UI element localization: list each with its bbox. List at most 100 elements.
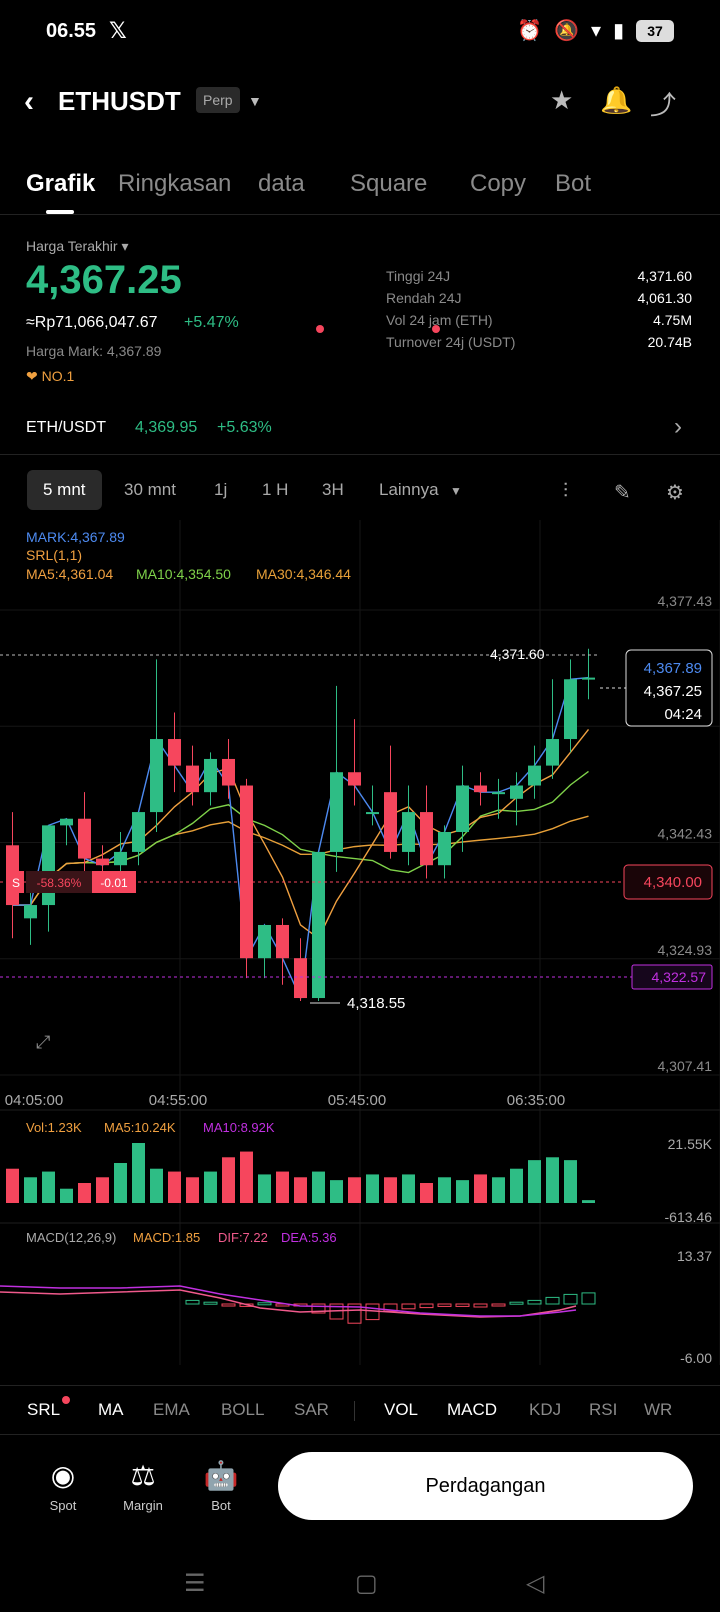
spot-pair: ETH/USDT bbox=[26, 419, 106, 436]
stat-label: Rendah 24J bbox=[386, 290, 462, 306]
candle bbox=[492, 792, 505, 795]
srl-pct: -58.36% bbox=[37, 876, 82, 890]
home-icon[interactable]: ▢ bbox=[355, 1569, 378, 1598]
srl-val: -0.01 bbox=[100, 876, 128, 890]
recents-icon[interactable]: ☰ bbox=[184, 1569, 206, 1598]
indicator-macd[interactable]: MACD bbox=[447, 1400, 497, 1420]
expand-icon[interactable]: ⤢ bbox=[36, 1032, 51, 1053]
draw-pen-icon[interactable]: ✎ bbox=[614, 480, 631, 505]
alert-bell-icon[interactable]: 🔔 bbox=[600, 85, 632, 116]
macd-bar bbox=[527, 1299, 542, 1305]
nav-spot[interactable]: ◉ Spot bbox=[28, 1459, 98, 1513]
indicator-bar: SRL MA EMA BOLL SAR VOL MACD KDJ RSI WR bbox=[0, 1385, 720, 1435]
system-nav-bar: ☰ ▢ ◁ bbox=[0, 1555, 720, 1612]
macd-bar bbox=[455, 1303, 470, 1307]
volume-bar bbox=[114, 1163, 127, 1203]
tab-copy[interactable]: Copy bbox=[470, 170, 526, 198]
volume-bar bbox=[294, 1177, 307, 1203]
last-price-label-text: Harga Terakhir bbox=[26, 238, 118, 254]
volume-bar bbox=[186, 1177, 199, 1203]
tab-grafik[interactable]: Grafik bbox=[26, 170, 95, 198]
srl-price: 4,340.00 bbox=[644, 874, 702, 891]
share-icon[interactable]: ⤴ bbox=[650, 85, 676, 122]
candle bbox=[402, 812, 415, 852]
high-label: 4,371.60 bbox=[490, 646, 545, 662]
interval-1j[interactable]: 1j bbox=[214, 480, 227, 500]
candle bbox=[528, 765, 541, 786]
candle bbox=[96, 858, 109, 866]
chevron-down-icon[interactable]: ▼ bbox=[248, 93, 262, 109]
nav-spot-label: Spot bbox=[49, 1498, 77, 1513]
x-tick-label: 06:35:00 bbox=[507, 1092, 565, 1109]
ma10-legend: MA10:4,354.50 bbox=[136, 566, 231, 582]
nav-margin-label: Margin bbox=[123, 1498, 163, 1513]
candle bbox=[222, 758, 235, 786]
tab-ringkasan[interactable]: Ringkasan bbox=[118, 170, 231, 198]
stat-label: Tinggi 24J bbox=[386, 268, 451, 284]
indicator-wr[interactable]: WR bbox=[644, 1400, 672, 1420]
ma5-legend: MA5:4,361.04 bbox=[26, 566, 113, 582]
interval-5m[interactable]: 5 mnt bbox=[27, 470, 102, 510]
interval-3h[interactable]: 3H bbox=[322, 480, 344, 500]
rank-badge: ❤ NO.1 bbox=[26, 368, 74, 385]
last-price-label[interactable]: Harga Terakhir ▾ bbox=[26, 238, 128, 255]
indicator-rsi[interactable]: RSI bbox=[589, 1400, 617, 1420]
indicator-settings-icon[interactable]: ⫶ bbox=[563, 480, 568, 503]
candle bbox=[384, 792, 397, 852]
macd-bar bbox=[221, 1303, 236, 1307]
interval-more[interactable]: Lainnya bbox=[379, 480, 439, 500]
macd-value: MACD:1.85 bbox=[133, 1230, 200, 1245]
volume-bar bbox=[258, 1174, 271, 1203]
candle bbox=[114, 851, 127, 866]
x-axis-labels: 04:05:00 04:55:00 05:45:00 06:35:00 bbox=[5, 1092, 565, 1109]
last-box-value: 4,367.25 bbox=[644, 683, 702, 700]
y-tick-label: 4,342.43 bbox=[658, 826, 713, 842]
stat-high: Tinggi 24J 4,371.60 bbox=[386, 268, 692, 290]
ma5-line bbox=[12, 728, 590, 940]
pair-header: ‹ ETHUSDT Perp ▼ ★ 🔔 ⤴ bbox=[0, 75, 720, 130]
candle bbox=[204, 758, 217, 793]
tab-data[interactable]: data bbox=[258, 170, 305, 198]
nav-bot[interactable]: 🤖 Bot bbox=[186, 1459, 256, 1513]
star-icon[interactable]: ★ bbox=[550, 85, 573, 116]
chevron-down-icon[interactable]: ▼ bbox=[450, 484, 462, 498]
wifi-icon: ▾ bbox=[590, 20, 601, 42]
stat-value: 4,061.30 bbox=[637, 290, 693, 306]
interval-30m[interactable]: 30 mnt bbox=[124, 480, 176, 500]
volume-bar bbox=[510, 1168, 523, 1203]
nav-margin[interactable]: ⚖ Margin bbox=[108, 1459, 178, 1513]
perp-badge: Perp bbox=[196, 87, 240, 113]
indicator-srl[interactable]: SRL bbox=[27, 1400, 60, 1420]
back-icon[interactable]: ‹ bbox=[24, 85, 34, 119]
back-nav-icon[interactable]: ◁ bbox=[526, 1569, 544, 1598]
indicator-boll[interactable]: BOLL bbox=[221, 1400, 264, 1420]
indicator-sar[interactable]: SAR bbox=[294, 1400, 329, 1420]
indicator-ema[interactable]: EMA bbox=[153, 1400, 190, 1420]
trade-button[interactable]: Perdagangan bbox=[278, 1452, 693, 1520]
candle bbox=[564, 679, 577, 740]
interval-1h[interactable]: 1 H bbox=[262, 480, 288, 500]
volume-bar bbox=[456, 1180, 469, 1203]
volume-bar bbox=[240, 1151, 253, 1203]
spot-pair-row[interactable]: ETH/USDT 4,369.95 +5.63% › bbox=[0, 405, 720, 455]
margin-icon: ⚖ bbox=[130, 1460, 156, 1491]
vol-ma5-legend: MA5:10.24K bbox=[104, 1120, 176, 1135]
status-bar: 06.55 𝕏 ⏰ 🔕 ▾ ▮ 37 bbox=[0, 0, 720, 62]
chevron-right-icon: › bbox=[674, 413, 682, 440]
dea-value: DEA:5.36 bbox=[281, 1230, 337, 1245]
price-chart[interactable]: MARK:4,367.89 SRL(1,1) MA5:4,361.04 MA10… bbox=[0, 520, 720, 1385]
x-tick-label: 04:55:00 bbox=[149, 1092, 207, 1109]
volume-bar bbox=[42, 1171, 55, 1203]
indicator-kdj[interactable]: KDJ bbox=[529, 1400, 561, 1420]
indicator-vol[interactable]: VOL bbox=[384, 1400, 418, 1420]
tab-bot[interactable]: Bot bbox=[555, 170, 591, 198]
pair-title[interactable]: ETHUSDT bbox=[58, 86, 181, 117]
indicator-ma[interactable]: MA bbox=[98, 1400, 124, 1420]
stat-value: 4.75M bbox=[653, 312, 692, 328]
macd-bar bbox=[203, 1301, 218, 1305]
gear-icon[interactable]: ⚙ bbox=[666, 480, 684, 505]
mark-price: Harga Mark: 4,367.89 bbox=[26, 343, 161, 359]
tab-square[interactable]: Square bbox=[350, 170, 427, 198]
macd-axis-top: 13.37 bbox=[677, 1248, 712, 1264]
tab-bar: Grafik Ringkasan data Square Copy Bot bbox=[0, 160, 720, 333]
